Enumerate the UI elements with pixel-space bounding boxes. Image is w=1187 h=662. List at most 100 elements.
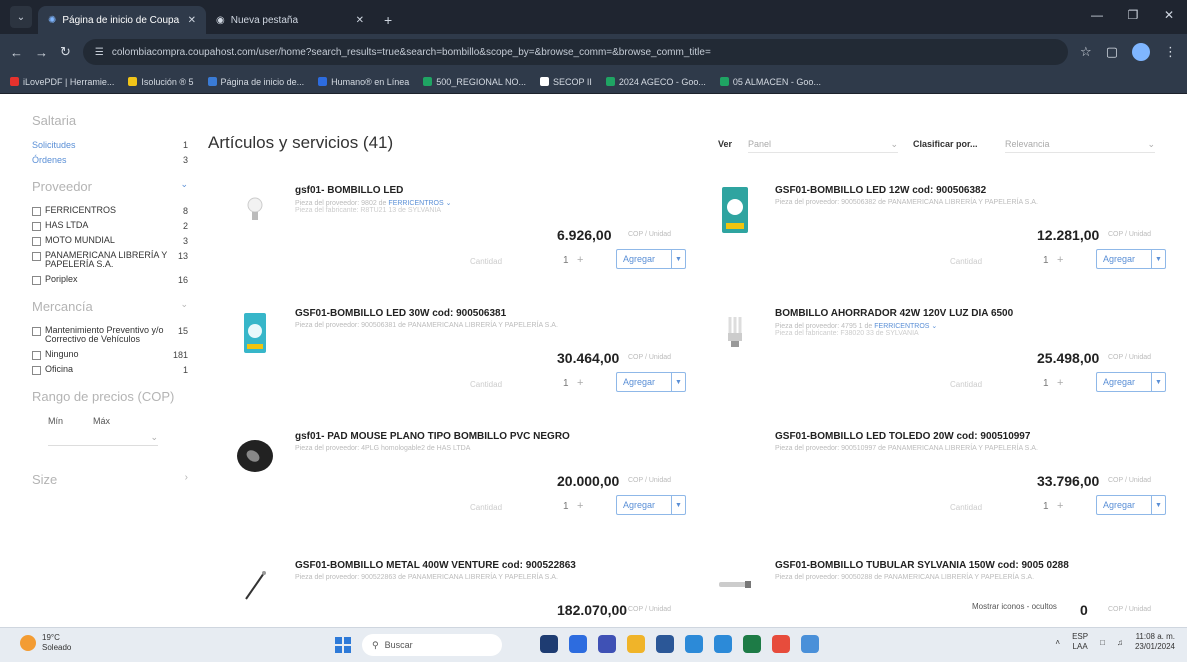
maximize-icon[interactable]: ❐ — [1115, 0, 1151, 30]
chevron-down-icon[interactable]: ▼ — [671, 373, 685, 391]
plus-icon[interactable]: + — [1057, 500, 1063, 512]
add-to-cart-button[interactable]: Agregar ▼ — [1096, 495, 1166, 515]
supplier-link[interactable]: FERRICENTROS — [874, 323, 929, 330]
taskbar-app-icon[interactable] — [540, 635, 558, 653]
bookmark-item[interactable]: 2024 AGECO - Goo... — [605, 77, 706, 87]
supplier-filter-item[interactable]: PANAMERICANA LIBRERÍA Y PAPELERÍA S.A. 13 — [32, 250, 188, 270]
quantity-input[interactable]: 1 — [563, 378, 569, 389]
commodity-filter-item[interactable]: Oficina 1 — [32, 364, 188, 375]
taskbar-app-icon[interactable] — [714, 635, 732, 653]
checkbox[interactable] — [32, 365, 41, 375]
plus-icon[interactable]: + — [577, 500, 583, 512]
bookmark-item[interactable]: 500_REGIONAL NO... — [423, 77, 526, 87]
product-name[interactable]: gsf01- PAD MOUSE PLANO TIPO BOMBILLO PVC… — [295, 431, 570, 442]
chevron-up-icon[interactable]: ˄ — [1055, 638, 1060, 647]
view-select[interactable]: Panel ⌄ — [748, 139, 898, 153]
chevron-down-icon[interactable]: ▼ — [671, 250, 685, 268]
tab-close-icon[interactable]: ✕ — [356, 15, 364, 26]
add-to-cart-button[interactable]: Agregar ▼ — [616, 249, 686, 269]
product-image[interactable] — [230, 185, 280, 235]
quantity-input[interactable]: 1 — [563, 255, 569, 266]
taskbar-app-icon[interactable] — [569, 635, 587, 653]
bookmark-item[interactable]: Humano® en Línea — [318, 77, 409, 87]
reload-icon[interactable]: ↻ — [60, 44, 71, 60]
site-info-icon[interactable]: ☰ — [95, 47, 104, 58]
language-indicator[interactable]: ESP LAA — [1072, 632, 1088, 653]
chevron-down-icon[interactable]: ▼ — [1151, 373, 1165, 391]
supplier-filter-item[interactable]: MOTO MUNDIAL 3 — [32, 235, 188, 246]
taskbar-app-icon[interactable] — [743, 635, 761, 653]
plus-icon[interactable]: + — [577, 377, 583, 389]
new-tab-icon[interactable]: + — [374, 6, 402, 34]
back-icon[interactable]: ← — [10, 45, 23, 60]
windows-start-icon[interactable] — [335, 637, 351, 653]
product-name[interactable]: GSF01-BOMBILLO LED TOLEDO 20W cod: 90051… — [775, 431, 1030, 442]
tab-close-icon[interactable]: ✕ — [188, 15, 196, 26]
bookmark-item[interactable]: Isolución ® 5 — [128, 77, 194, 87]
product-image[interactable] — [230, 431, 280, 481]
supplier-filter-item[interactable]: FERRICENTROS 8 — [32, 205, 188, 216]
bookmark-item[interactable]: Página de inicio de... — [207, 77, 304, 87]
product-image[interactable] — [710, 560, 760, 610]
product-name[interactable]: GSF01-BOMBILLO METAL 400W VENTURE cod: 9… — [295, 560, 576, 571]
quantity-input[interactable]: 1 — [1043, 378, 1049, 389]
product-image[interactable] — [230, 560, 280, 610]
tab-search-icon[interactable]: ⌄ — [10, 6, 32, 28]
plus-icon[interactable]: + — [1057, 254, 1063, 266]
add-to-cart-button[interactable]: Agregar ▼ — [616, 495, 686, 515]
product-image[interactable] — [710, 431, 760, 481]
bookmark-item[interactable]: 05 ALMACEN - Goo... — [719, 77, 821, 87]
commodity-filter-item[interactable]: Ninguno 181 — [32, 349, 188, 360]
supplier-section-heading[interactable]: Proveedor ⌄ — [32, 179, 188, 194]
quantity-input[interactable]: 1 — [1043, 255, 1049, 266]
show-icons-label[interactable]: Mostrar iconos - ocultos — [972, 602, 1057, 611]
product-image[interactable] — [710, 308, 760, 358]
plus-icon[interactable]: + — [577, 254, 583, 266]
add-to-cart-button[interactable]: Agregar ▼ — [616, 372, 686, 392]
add-to-cart-button[interactable]: Agregar ▼ — [1096, 249, 1166, 269]
product-name[interactable]: GSF01-BOMBILLO TUBULAR SYLVANIA 150W cod… — [775, 560, 1069, 571]
taskbar-search[interactable]: ⚲ Buscar — [362, 634, 502, 656]
tab-new[interactable]: ◉ Nueva pestaña ✕ — [206, 6, 374, 34]
chevron-down-icon[interactable]: ▼ — [671, 496, 685, 514]
checkbox[interactable] — [32, 275, 41, 285]
taskbar-app-icon[interactable] — [685, 635, 703, 653]
commodity-filter-item[interactable]: Mantenimiento Preventivo y/o Correctivo … — [32, 325, 188, 345]
quantity-input[interactable]: 1 — [563, 501, 569, 512]
max-price-label[interactable]: Máx — [93, 416, 110, 426]
network-icon[interactable]: □ — [1100, 638, 1105, 647]
min-price-label[interactable]: Mín — [48, 416, 63, 426]
quantity-input[interactable]: 1 — [1043, 501, 1049, 512]
sort-select[interactable]: Relevancia ⌄ — [1005, 139, 1155, 153]
bookmark-star-icon[interactable]: ☆ — [1080, 44, 1092, 60]
product-image[interactable] — [230, 308, 280, 358]
checkbox[interactable] — [32, 207, 41, 216]
size-section-heading[interactable]: Size › — [32, 472, 188, 487]
minimize-icon[interactable]: — — [1079, 0, 1115, 30]
profile-avatar-icon[interactable] — [1132, 43, 1150, 61]
checkbox[interactable] — [32, 350, 41, 360]
commodity-section-heading[interactable]: Mercancía ⌄ — [32, 299, 188, 314]
forward-icon[interactable]: → — [35, 45, 48, 60]
menu-dots-icon[interactable]: ⋮ — [1164, 44, 1177, 60]
chevron-down-icon[interactable]: ⌄ — [444, 200, 452, 207]
taskbar-app-icon[interactable] — [656, 635, 674, 653]
supplier-filter-item[interactable]: HAS LTDA 2 — [32, 220, 188, 231]
taskbar-app-icon[interactable] — [598, 635, 616, 653]
taskbar-app-icon[interactable] — [627, 635, 645, 653]
checkbox[interactable] — [32, 326, 41, 336]
weather-widget[interactable]: 19°C Soleado — [20, 633, 71, 652]
product-name[interactable]: GSF01-BOMBILLO LED 30W cod: 900506381 — [295, 308, 506, 319]
checkbox[interactable] — [32, 237, 41, 246]
window-close-icon[interactable]: ✕ — [1151, 0, 1187, 30]
bookmark-item[interactable]: SECOP II — [540, 77, 592, 87]
taskbar-app-icon[interactable] — [801, 635, 819, 653]
supplier-link[interactable]: FERRICENTROS — [388, 200, 443, 207]
sidebar-link-orders[interactable]: Órdenes 3 — [32, 155, 188, 165]
bookmark-item[interactable]: iLovePDF | Herramie... — [10, 77, 114, 87]
chevron-down-icon[interactable]: ▼ — [1151, 496, 1165, 514]
product-image[interactable] — [710, 185, 760, 235]
add-to-cart-button[interactable]: Agregar ▼ — [1096, 372, 1166, 392]
volume-icon[interactable]: ♫ — [1117, 638, 1123, 647]
checkbox[interactable] — [32, 222, 41, 231]
